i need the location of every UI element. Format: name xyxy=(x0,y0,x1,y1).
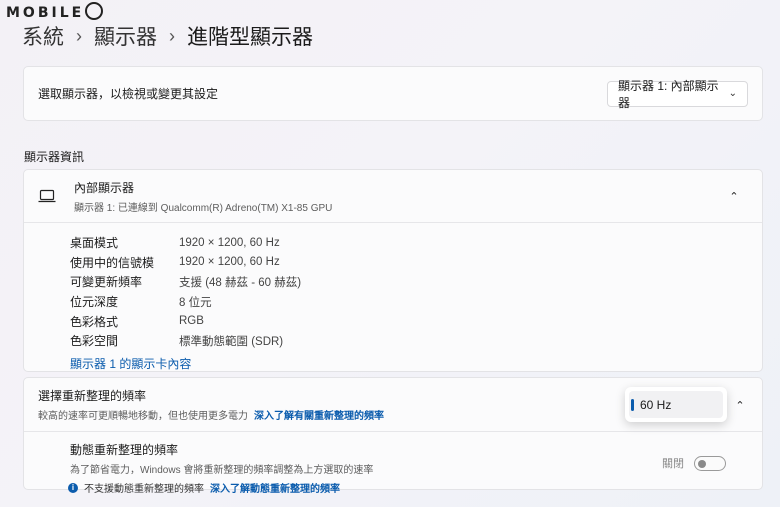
refresh-rate-learn-more-link[interactable]: 深入了解有關重新整理的頻率 xyxy=(254,411,384,422)
breadcrumb: 系統 › 顯示器 › 進階型顯示器 xyxy=(22,21,313,51)
dynamic-refresh-row: 動態重新整理的頻率 為了節省電力，Windows 會將重新整理的頻率調整為上方選… xyxy=(24,432,762,495)
display-adapter-properties-link[interactable]: 顯示器 1 的顯示卡內容 xyxy=(70,355,762,372)
mobile01-watermark-logo: MOBILE xyxy=(6,2,104,22)
dynamic-refresh-note-text: 不支援動態重新整理的頻率 xyxy=(84,484,204,495)
prop-key: 位元深度 xyxy=(70,295,119,310)
prop-key: 桌面模式 xyxy=(70,236,119,251)
prop-row: 可變更新頻率 支援 (48 赫茲 - 60 赫茲) xyxy=(70,272,762,292)
chevron-down-icon: ⌄ xyxy=(728,88,737,99)
watermark-text: MOBILE xyxy=(6,5,85,21)
prop-row: 使用中的信號模 1920 × 1200, 60 Hz xyxy=(70,253,762,273)
prop-row: 位元深度 8 位元 xyxy=(70,292,762,312)
dynamic-refresh-toggle-group: 關閉 xyxy=(662,455,726,471)
breadcrumb-system[interactable]: 系統 xyxy=(22,21,64,51)
prop-key: 可變更新頻率 xyxy=(70,275,143,290)
display-connection: 顯示器 1: 已連線到 Qualcomm(R) Adreno(TM) X1-85… xyxy=(74,202,333,214)
toggle-state-label: 關閉 xyxy=(662,458,684,470)
dynamic-refresh-note: i 不支援動態重新整理的頻率 深入了解動態重新整理的頻率 xyxy=(68,480,762,495)
toggle-knob xyxy=(698,459,706,468)
display-name: 內部顯示器 xyxy=(74,180,135,195)
prop-key: 色彩格式 xyxy=(70,314,119,329)
refresh-rate-desc-text: 較高的速率可更順暢地移動，但也使用更多電力 xyxy=(38,411,248,422)
select-display-card: 選取顯示器，以檢視或變更其設定 顯示器 1: 內部顯示器 ⌄ xyxy=(23,66,763,121)
laptop-icon xyxy=(38,189,56,203)
breadcrumb-display[interactable]: 顯示器 xyxy=(94,21,157,51)
display-dropdown[interactable]: 顯示器 1: 內部顯示器 ⌄ xyxy=(607,79,748,110)
display-info-header[interactable]: 內部顯示器 顯示器 1: 已連線到 Qualcomm(R) Adreno(TM)… xyxy=(24,170,762,223)
prop-row: 桌面模式 1920 × 1200, 60 Hz xyxy=(70,233,762,253)
dynamic-refresh-description: 為了節省電力，Windows 會將重新整理的頻率調整為上方選取的速率 xyxy=(70,465,374,476)
page-title: 進階型顯示器 xyxy=(187,26,313,49)
prop-key: 色彩空間 xyxy=(70,334,119,349)
dynamic-refresh-learn-more-link[interactable]: 深入了解動態重新整理的頻率 xyxy=(210,480,340,495)
display-properties: 桌面模式 1920 × 1200, 60 Hz 使用中的信號模 1920 × 1… xyxy=(24,223,762,372)
selected-indicator xyxy=(631,399,634,411)
refresh-rate-option-label: 60 Hz xyxy=(640,397,672,412)
prop-value: 1920 × 1200, 60 Hz xyxy=(179,236,280,249)
display-dropdown-value: 顯示器 1: 內部顯示器 xyxy=(618,78,719,110)
dynamic-refresh-toggle[interactable] xyxy=(694,455,726,471)
chevron-right-icon: › xyxy=(169,25,175,46)
chevron-right-icon: › xyxy=(76,25,82,46)
refresh-rate-dropdown-popup: 60 Hz xyxy=(625,387,727,422)
prop-row: 色彩格式 RGB xyxy=(70,311,762,331)
collapse-chevron-up-icon[interactable]: ⌃ xyxy=(726,391,754,419)
prop-row: 色彩空間 標準動態範圍 (SDR) xyxy=(70,331,762,351)
collapse-chevron-up-icon[interactable]: ⌃ xyxy=(720,182,748,210)
section-title-display-info: 顯示器資訊 xyxy=(24,150,85,164)
prop-value: 1920 × 1200, 60 Hz xyxy=(179,256,280,269)
prop-value: 8 位元 xyxy=(179,296,212,309)
refresh-rate-card: 選擇重新整理的頻率 較高的速率可更順暢地移動，但也使用更多電力 深入了解有關重新整… xyxy=(23,377,763,495)
watermark-ring-icon xyxy=(85,2,104,20)
refresh-rate-option[interactable]: 60 Hz xyxy=(629,391,723,418)
info-icon: i xyxy=(68,482,78,493)
dynamic-refresh-title: 動態重新整理的頻率 xyxy=(70,443,179,457)
prop-value: 支援 (48 赫茲 - 60 赫茲) xyxy=(179,276,302,289)
prop-value: RGB xyxy=(179,315,204,328)
display-info-card: 內部顯示器 顯示器 1: 已連線到 Qualcomm(R) Adreno(TM)… xyxy=(23,169,763,372)
select-display-label: 選取顯示器，以檢視或變更其設定 xyxy=(38,87,219,101)
prop-key: 使用中的信號模 xyxy=(70,255,155,270)
prop-value: 標準動態範圍 (SDR) xyxy=(179,335,284,348)
